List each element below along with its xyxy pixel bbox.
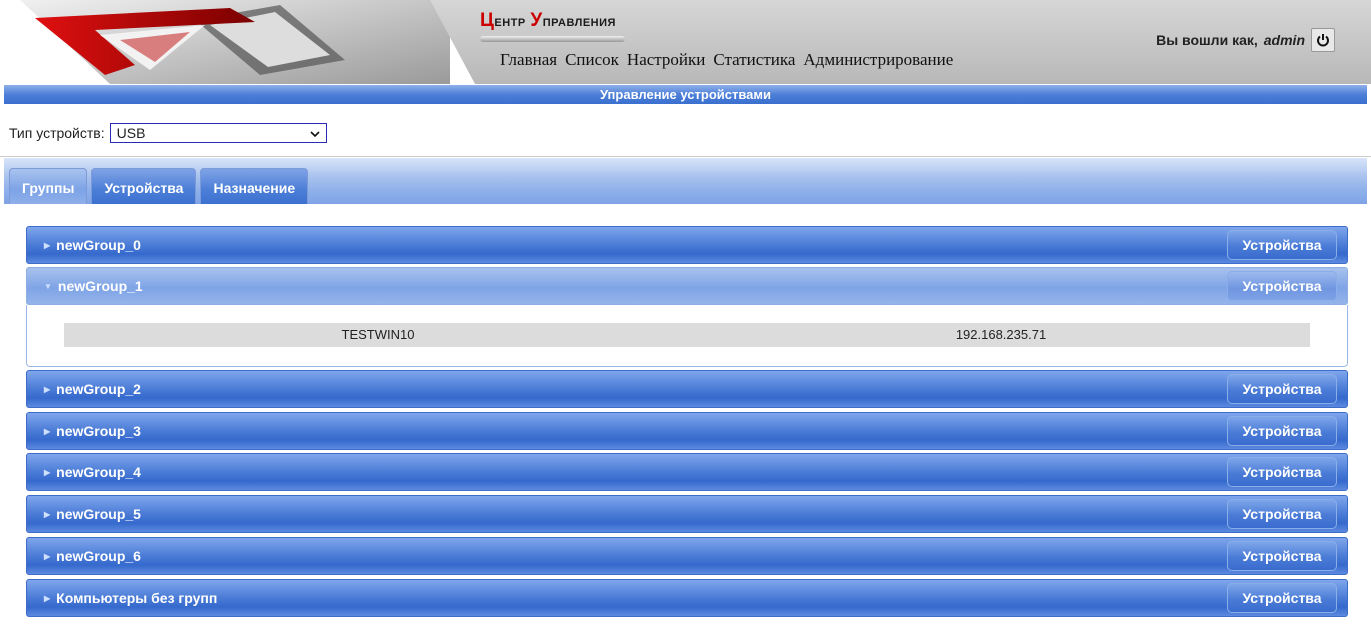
tab-groups[interactable]: Группы [9, 168, 88, 206]
group-header-ungrouped[interactable]: ▶ Компьютеры без групп Устройства [26, 579, 1348, 617]
power-icon[interactable] [1311, 28, 1335, 52]
triangle-right-icon: ▶ [44, 509, 51, 519]
logo [0, 0, 450, 84]
chevron-down-icon [310, 125, 320, 141]
group-name: Компьютеры без групп [56, 590, 218, 606]
group-name: newGroup_3 [56, 423, 141, 439]
device-type-value: USB [116, 125, 146, 141]
group-title-0: ▶ newGroup_0 [44, 237, 141, 253]
group-devices-button[interactable]: Устройства [1227, 374, 1337, 404]
table-row[interactable]: TESTWIN10 192.168.235.71 [64, 323, 1310, 347]
title-cap-1: Ц [480, 10, 495, 31]
group-devices-button[interactable]: Устройства [1227, 583, 1337, 613]
main-nav: Главная Список Настройки Статистика Адми… [500, 50, 953, 70]
triangle-down-icon: ▼ [44, 281, 52, 291]
group-title-7: ▶ Компьютеры без групп [44, 590, 217, 606]
login-info: Вы вошли как, admin [1156, 28, 1335, 52]
title-cap-2: У [530, 10, 543, 31]
group-devices-button[interactable]: Устройства [1227, 541, 1337, 571]
nav-administration[interactable]: Администрирование [803, 50, 953, 70]
nav-home[interactable]: Главная [500, 50, 557, 70]
device-type-label: Тип устройств: [9, 125, 105, 141]
group-title-2: ▶ newGroup_2 [44, 381, 141, 397]
group-panel-1: TESTWIN10 192.168.235.71 [26, 305, 1348, 367]
group-devices-button[interactable]: Устройства [1227, 457, 1337, 487]
triangle-right-icon: ▶ [44, 467, 51, 477]
app-header: Центр Управления Главная Список Настройк… [0, 0, 1371, 84]
group-name: newGroup_2 [56, 381, 141, 397]
nav-settings[interactable]: Настройки [627, 50, 705, 70]
group-name: newGroup_6 [56, 548, 141, 564]
divider [0, 156, 1371, 157]
group-name: newGroup_1 [57, 278, 143, 294]
ip-address: 192.168.235.71 [955, 327, 1047, 342]
device-type-filter: Тип устройств: USB [9, 123, 327, 143]
page-title: Управление устройствами [4, 85, 1367, 104]
group-devices-button[interactable]: Устройства [1227, 230, 1337, 260]
group-header-2[interactable]: ▶ newGroup_2 Устройства [26, 370, 1348, 408]
triangle-right-icon: ▶ [44, 426, 51, 436]
group-name: newGroup_0 [56, 237, 141, 253]
title-rest-1: ентр [494, 13, 531, 30]
group-devices-button[interactable]: Устройства [1227, 271, 1337, 301]
group-title-5: ▶ newGroup_5 [44, 506, 141, 522]
tab-devices[interactable]: Устройства [91, 168, 197, 206]
group-name: newGroup_5 [56, 506, 141, 522]
nav-statistics[interactable]: Статистика [713, 50, 795, 70]
tab-assignment[interactable]: Назначение [200, 168, 309, 206]
triangle-right-icon: ▶ [44, 593, 51, 603]
triangle-right-icon: ▶ [44, 384, 51, 394]
login-user: admin [1263, 32, 1305, 48]
tabs: Группы Устройства Назначение [9, 168, 309, 206]
group-header-1[interactable]: ▼ newGroup_1 Устройства [26, 267, 1348, 305]
nav-list[interactable]: Список [565, 50, 619, 70]
group-header-0[interactable]: ▶ newGroup_0 Устройства [26, 226, 1348, 264]
group-devices-button[interactable]: Устройства [1227, 499, 1337, 529]
group-title-3: ▶ newGroup_3 [44, 423, 141, 439]
group-title-1: ▼ newGroup_1 [44, 278, 143, 294]
group-header-6[interactable]: ▶ newGroup_6 Устройства [26, 537, 1348, 575]
computer-name: TESTWIN10 [341, 327, 415, 342]
device-type-select[interactable]: USB [109, 123, 327, 143]
group-title-4: ▶ newGroup_4 [44, 464, 141, 480]
group-name: newGroup_4 [56, 464, 141, 480]
group-header-5[interactable]: ▶ newGroup_5 Устройства [26, 495, 1348, 533]
triangle-right-icon: ▶ [44, 240, 51, 250]
title-rest-2: правления [542, 13, 616, 30]
group-header-4[interactable]: ▶ newGroup_4 Устройства [26, 453, 1348, 491]
group-devices-button[interactable]: Устройства [1227, 416, 1337, 446]
login-prefix: Вы вошли как, [1156, 32, 1258, 48]
group-header-3[interactable]: ▶ newGroup_3 Устройства [26, 412, 1348, 450]
triangle-right-icon: ▶ [44, 551, 51, 561]
app-title: Центр Управления [480, 10, 616, 32]
title-underline [480, 36, 625, 42]
group-title-6: ▶ newGroup_6 [44, 548, 141, 564]
